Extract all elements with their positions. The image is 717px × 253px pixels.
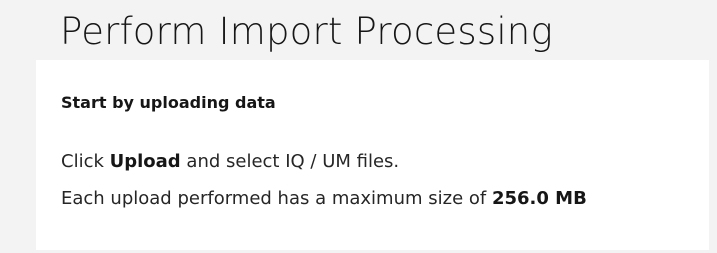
max-size-value: 256.0 MB (491, 188, 587, 209)
upload-keyword: Upload (109, 151, 181, 172)
upload-instruction: Click Upload and select IQ / UM files. (61, 149, 399, 175)
size-limit-text: Each upload performed has a maximum size… (61, 188, 492, 209)
upload-info-card: Start by uploading data Click Upload and… (36, 60, 709, 250)
page-title: Perform Import Processing (60, 10, 553, 53)
upload-instruction-prefix: Click (61, 151, 110, 172)
card-heading: Start by uploading data (61, 93, 276, 112)
upload-size-limit: Each upload performed has a maximum size… (61, 186, 587, 212)
upload-instruction-suffix: and select IQ / UM files. (180, 151, 400, 172)
